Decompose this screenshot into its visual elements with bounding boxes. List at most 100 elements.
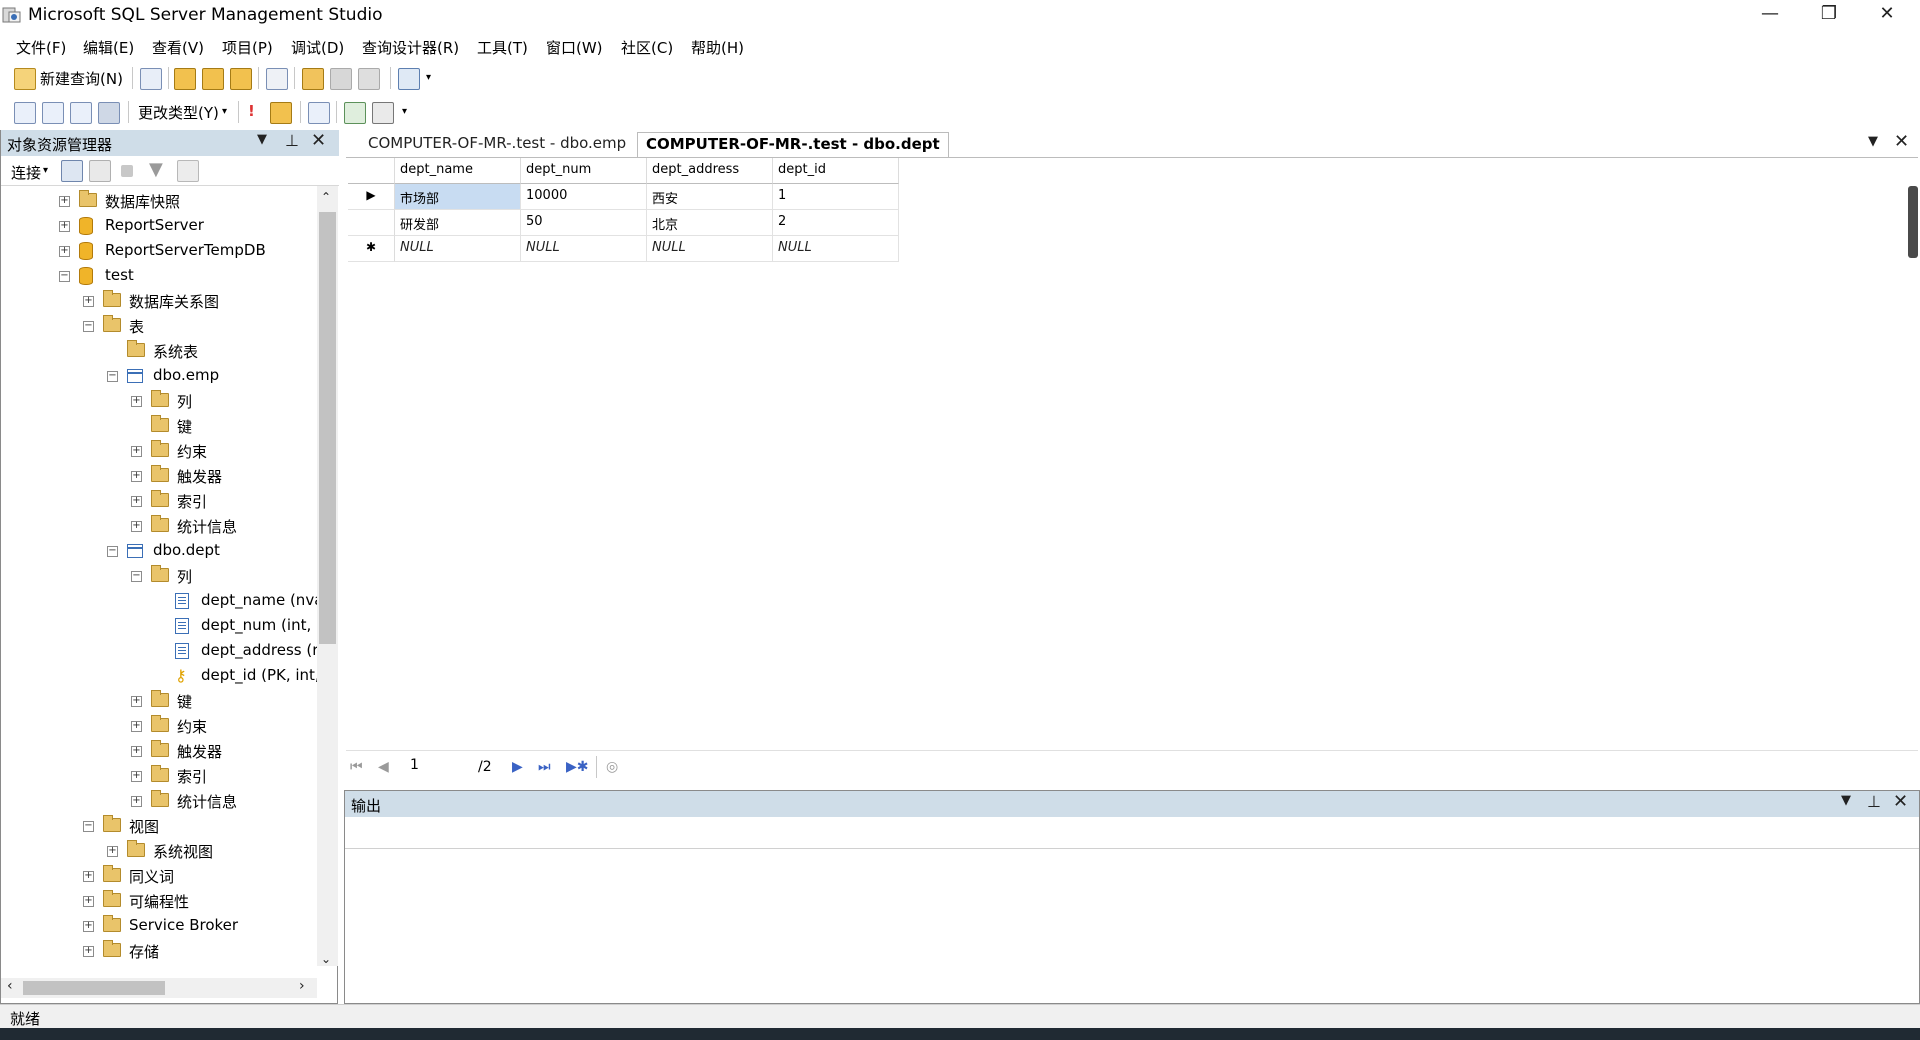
tree-node[interactable]: + 数据库快照 <box>1 190 317 214</box>
scroll-left-icon[interactable]: ‹ <box>7 978 13 994</box>
new-row-marker-icon[interactable]: ✱ <box>348 236 395 262</box>
minimize-button[interactable]: — <box>1741 0 1799 30</box>
current-record-input[interactable]: 1 <box>406 757 470 777</box>
add-table-icon[interactable] <box>344 102 366 124</box>
expand-icon[interactable]: + <box>131 521 142 532</box>
verify-sql-icon[interactable] <box>270 102 292 124</box>
new-file-icon[interactable] <box>140 68 162 90</box>
tab-dbo-dept[interactable]: COMPUTER-OF-MR-.test - dbo.dept <box>637 132 949 158</box>
collapse-icon[interactable]: − <box>131 571 142 582</box>
toolbar-overflow-icon[interactable]: ▾ <box>426 72 431 83</box>
menu-debug[interactable]: 调试(D) <box>291 37 344 58</box>
grid-cell-null[interactable]: NULL <box>395 236 521 262</box>
grid-cell[interactable]: 市场部 <box>395 184 521 210</box>
chevron-down-icon[interactable]: ▼ <box>257 132 267 147</box>
tree-node[interactable]: + 同义词 <box>1 865 317 889</box>
menu-window[interactable]: 窗口(W) <box>546 37 603 58</box>
collapse-icon[interactable]: − <box>83 821 94 832</box>
close-panel-icon[interactable]: ✕ <box>1893 791 1908 812</box>
tree-node[interactable]: + ReportServerTempDB <box>1 240 317 264</box>
menu-query-designer[interactable]: 查询设计器(R) <box>362 37 459 58</box>
tree-node[interactable]: 系统表 <box>1 340 317 364</box>
tree-node[interactable]: + Service Broker <box>1 915 317 939</box>
expand-icon[interactable]: + <box>59 196 70 207</box>
tree-node[interactable]: − test <box>1 265 317 289</box>
close-tab-icon[interactable]: ✕ <box>1894 131 1909 152</box>
next-record-icon[interactable]: ▶ <box>512 759 523 775</box>
scroll-up-icon[interactable]: ⌃ <box>321 190 331 204</box>
scroll-right-icon[interactable]: › <box>299 978 305 994</box>
refresh-icon[interactable] <box>177 160 199 182</box>
new-query-icon[interactable] <box>14 68 36 90</box>
change-type-dropdown[interactable]: 更改类型(Y) <box>138 102 219 123</box>
tree-node[interactable]: + ReportServer <box>1 215 317 239</box>
filter-icon[interactable]: ▼ <box>149 159 163 180</box>
close-window-button[interactable]: ✕ <box>1858 0 1916 30</box>
activity-monitor-icon[interactable] <box>398 68 420 90</box>
grid-cell-null[interactable]: NULL <box>773 236 899 262</box>
expand-icon[interactable]: + <box>131 771 142 782</box>
expand-icon[interactable]: + <box>131 471 142 482</box>
close-panel-icon[interactable]: ✕ <box>311 130 326 151</box>
stop-icon[interactable] <box>121 165 133 177</box>
results-pane-icon[interactable] <box>98 102 120 124</box>
expand-icon[interactable]: + <box>59 246 70 257</box>
expand-icon[interactable]: + <box>83 946 94 957</box>
grid-cell[interactable]: 50 <box>521 210 647 236</box>
tree-node[interactable]: + 统计信息 <box>1 515 317 539</box>
collapse-icon[interactable]: − <box>59 271 70 282</box>
new-query-button[interactable]: 新建查询(N) <box>40 68 123 89</box>
save-icon[interactable] <box>330 68 352 90</box>
tree-node[interactable]: + 约束 <box>1 715 317 739</box>
expand-icon[interactable]: + <box>83 921 94 932</box>
collapse-icon[interactable]: − <box>107 371 118 382</box>
current-row-marker-icon[interactable]: ▶ <box>348 184 395 210</box>
collapse-icon[interactable]: − <box>107 546 118 557</box>
scroll-down-icon[interactable]: ⌄ <box>321 952 331 966</box>
first-record-icon[interactable]: ⏮ <box>350 759 363 775</box>
expand-icon[interactable]: + <box>131 396 142 407</box>
tree-node[interactable]: − dbo.dept <box>1 540 317 564</box>
xmla-query-icon[interactable] <box>230 68 252 90</box>
sql-pane-icon[interactable] <box>70 102 92 124</box>
tree-node[interactable]: − 列 <box>1 565 317 589</box>
tree-node[interactable]: + 数据库关系图 <box>1 290 317 314</box>
tree-node[interactable]: − 视图 <box>1 815 317 839</box>
chevron-down-icon[interactable]: ▼ <box>1868 134 1878 149</box>
stop-icon[interactable]: ◎ <box>606 759 618 775</box>
expand-icon[interactable]: + <box>131 796 142 807</box>
expand-icon[interactable]: + <box>83 871 94 882</box>
previous-record-icon[interactable]: ◀ <box>378 759 389 775</box>
menu-edit[interactable]: 编辑(E) <box>83 37 134 58</box>
last-record-icon[interactable]: ⏭ <box>538 759 551 775</box>
expand-icon[interactable]: + <box>83 296 94 307</box>
tree-horizontal-scroll-thumb[interactable] <box>23 981 165 995</box>
tree-node[interactable]: + 列 <box>1 390 317 414</box>
tree-node[interactable]: + 可编程性 <box>1 890 317 914</box>
print-icon[interactable] <box>358 68 380 90</box>
menu-help[interactable]: 帮助(H) <box>691 37 744 58</box>
tree-node[interactable]: ⚷ dept_id (PK, int, <box>1 665 317 689</box>
disconnect-icon[interactable] <box>89 160 111 182</box>
pin-icon[interactable]: ⊥ <box>285 131 299 150</box>
toolbar-overflow-icon[interactable]: ▾ <box>402 106 407 117</box>
expand-icon[interactable]: + <box>131 446 142 457</box>
new-record-icon[interactable]: ▶✱ <box>566 759 589 775</box>
tree-node[interactable]: + 统计信息 <box>1 790 317 814</box>
analysis-query-icon[interactable] <box>202 68 224 90</box>
grid-cell[interactable]: 2 <box>773 210 899 236</box>
column-header-dept-id[interactable]: dept_id <box>773 158 899 184</box>
vertical-scroll-indicator[interactable] <box>1908 186 1918 258</box>
tab-dbo-emp[interactable]: COMPUTER-OF-MR-.test - dbo.emp <box>360 132 635 158</box>
tree-node[interactable]: dept_address (r <box>1 640 317 664</box>
column-header-dept-num[interactable]: dept_num <box>521 158 647 184</box>
database-engine-query-icon[interactable] <box>174 68 196 90</box>
tree-node[interactable]: + 约束 <box>1 440 317 464</box>
tree-node[interactable]: + 键 <box>1 690 317 714</box>
grid-cell[interactable]: 西安 <box>647 184 773 210</box>
tree-node[interactable]: − dbo.emp <box>1 365 317 389</box>
add-derived-table-icon[interactable] <box>372 102 394 124</box>
column-header-dept-name[interactable]: dept_name <box>395 158 521 184</box>
menu-view[interactable]: 查看(V) <box>152 37 204 58</box>
column-header-dept-address[interactable]: dept_address <box>647 158 773 184</box>
